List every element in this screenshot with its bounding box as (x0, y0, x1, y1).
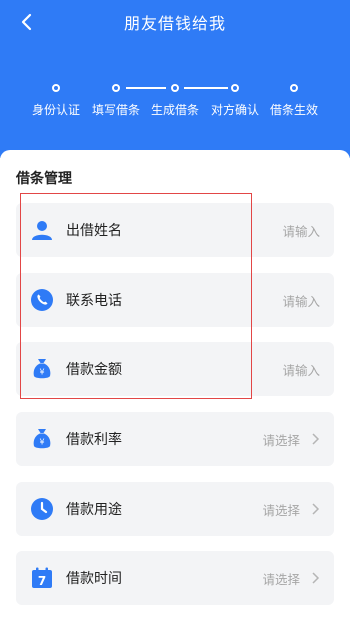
loan-purpose-select[interactable]: 借款用途 请选择 (16, 482, 334, 536)
contact-phone-field[interactable]: 联系电话 请输入 (16, 273, 334, 327)
field-label: 借款金额 (66, 362, 122, 378)
field-placeholder: 请选择 (262, 572, 300, 587)
chevron-right-icon (312, 433, 320, 445)
svg-text:¥: ¥ (39, 438, 44, 447)
field-placeholder: 请输入 (282, 224, 320, 239)
field-label: 借款时间 (66, 571, 122, 587)
page-title: 朋友借钱给我 (123, 14, 226, 33)
field-label: 借款利率 (66, 432, 122, 448)
chevron-right-icon (312, 503, 320, 515)
step-dot (52, 84, 60, 92)
money-bag-icon: ¥ (33, 359, 51, 379)
field-label: 借款用途 (66, 502, 122, 518)
calendar-icon: 7 (32, 567, 52, 588)
field-label: 联系电话 (66, 293, 122, 309)
phone-icon (31, 289, 53, 311)
loan-time-select[interactable]: 7 借款时间 请选择 (16, 551, 334, 605)
step-label: 借条生效 (269, 103, 318, 117)
loan-amount-field[interactable]: ¥ 借款金额 请输入 (16, 342, 334, 396)
interest-rate-select[interactable]: ¥ 借款利率 请选择 (16, 412, 334, 466)
section-title: 借条管理 (16, 171, 72, 187)
step-dot (290, 84, 298, 92)
money-bag-icon: ¥ (33, 429, 51, 449)
lender-name-field[interactable]: 出借姓名 请输入 (16, 203, 334, 257)
svg-text:¥: ¥ (39, 368, 44, 377)
field-placeholder: 请输入 (282, 363, 320, 378)
step-dot (171, 84, 179, 92)
field-placeholder: 请输入 (282, 294, 320, 309)
clock-icon (31, 498, 53, 520)
step-dot (112, 84, 120, 92)
header: 朋友借钱给我 身份认证 填写借条 生成借条 对方确认 借条生效 (0, 0, 350, 158)
field-placeholder: 请选择 (262, 433, 300, 448)
chevron-right-icon (312, 572, 320, 584)
step-effective: 借条生效 (259, 84, 329, 118)
field-placeholder: 请选择 (262, 503, 300, 518)
progress-steps: 身份认证 填写借条 生成借条 对方确认 借条生效 (0, 84, 350, 134)
field-label: 出借姓名 (66, 223, 122, 239)
svg-text:7: 7 (38, 574, 46, 588)
person-icon (32, 221, 52, 240)
step-dot (231, 84, 239, 92)
